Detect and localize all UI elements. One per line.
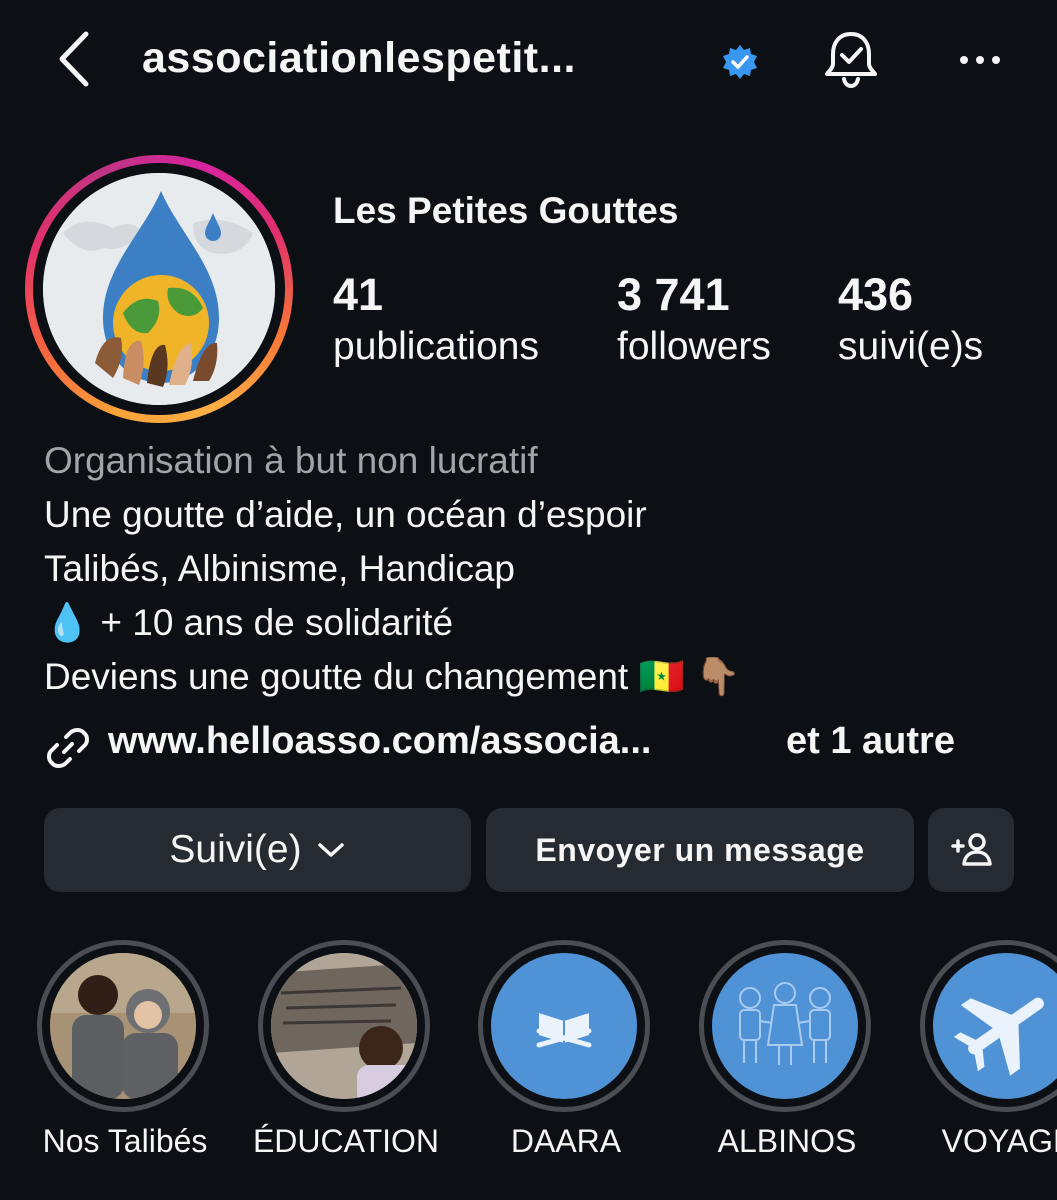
suggest-people-button[interactable] bbox=[928, 808, 1014, 892]
open-book-icon bbox=[536, 1013, 592, 1048]
stat-followers-label: followers bbox=[617, 325, 771, 368]
stat-posts[interactable]: 41 publications bbox=[333, 270, 539, 374]
verified-badge-icon bbox=[723, 45, 757, 79]
highlight-cover-photo bbox=[50, 953, 196, 1099]
bio-line: Deviens une goutte du changement 🇸🇳 👇🏽 bbox=[44, 656, 741, 697]
stat-following[interactable]: 436 suivi(e)s bbox=[838, 270, 983, 374]
top-bar: associationlespetit... bbox=[0, 0, 1057, 120]
highlight-cover bbox=[712, 953, 858, 1099]
highlight-label: DAARA bbox=[510, 1123, 622, 1159]
highlight-label: ALBINOS bbox=[717, 1123, 857, 1159]
avatar-story-ring[interactable] bbox=[25, 155, 293, 423]
message-button-label: Envoyer un message bbox=[535, 831, 865, 868]
link-icon bbox=[47, 728, 89, 768]
profile-link-more[interactable]: et 1 autre bbox=[786, 720, 955, 763]
water-drop-globe-logo bbox=[43, 173, 275, 405]
highlight-label: ÉDUCATION bbox=[252, 1123, 440, 1159]
highlight-label: Nos Talibés bbox=[42, 1123, 208, 1159]
chevron-down-icon bbox=[317, 843, 344, 857]
bio-line: Une goutte d’aide, un océan d’espoir bbox=[44, 494, 647, 535]
more-horizontal-icon[interactable] bbox=[955, 40, 1005, 80]
profile-link-url[interactable]: www.helloasso.com/associa... bbox=[108, 720, 651, 763]
bio-line: Talibés, Albinisme, Handicap bbox=[44, 548, 515, 589]
stat-followers-count: 3 741 bbox=[617, 269, 730, 320]
add-person-icon bbox=[951, 833, 992, 866]
bell-check-icon[interactable] bbox=[820, 28, 882, 90]
profile-display-name: Les Petites Gouttes bbox=[333, 190, 679, 231]
bio-line: 💧 + 10 ans de solidarité bbox=[44, 602, 454, 643]
highlight-cover bbox=[491, 953, 637, 1099]
stat-followers[interactable]: 3 741 followers bbox=[617, 270, 771, 374]
message-button[interactable]: Envoyer un message bbox=[486, 808, 914, 892]
stat-posts-label: publications bbox=[333, 325, 539, 368]
avatar bbox=[43, 173, 275, 405]
children-holding-hands-icon bbox=[739, 982, 831, 1065]
highlight-cover-photo bbox=[271, 953, 417, 1099]
chevron-left-icon[interactable] bbox=[52, 28, 100, 90]
stat-following-count: 436 bbox=[838, 269, 914, 320]
following-button[interactable]: Suivi(e) bbox=[44, 808, 471, 892]
stat-following-label: suivi(e)s bbox=[838, 325, 984, 368]
stat-posts-count: 41 bbox=[333, 269, 384, 320]
highlight-label: VOYAGE bbox=[941, 1123, 1057, 1159]
profile-username: associationlespetit... bbox=[142, 34, 576, 82]
following-button-label: Suivi(e) bbox=[169, 828, 302, 871]
profile-category: Organisation à but non lucratif bbox=[44, 440, 538, 481]
